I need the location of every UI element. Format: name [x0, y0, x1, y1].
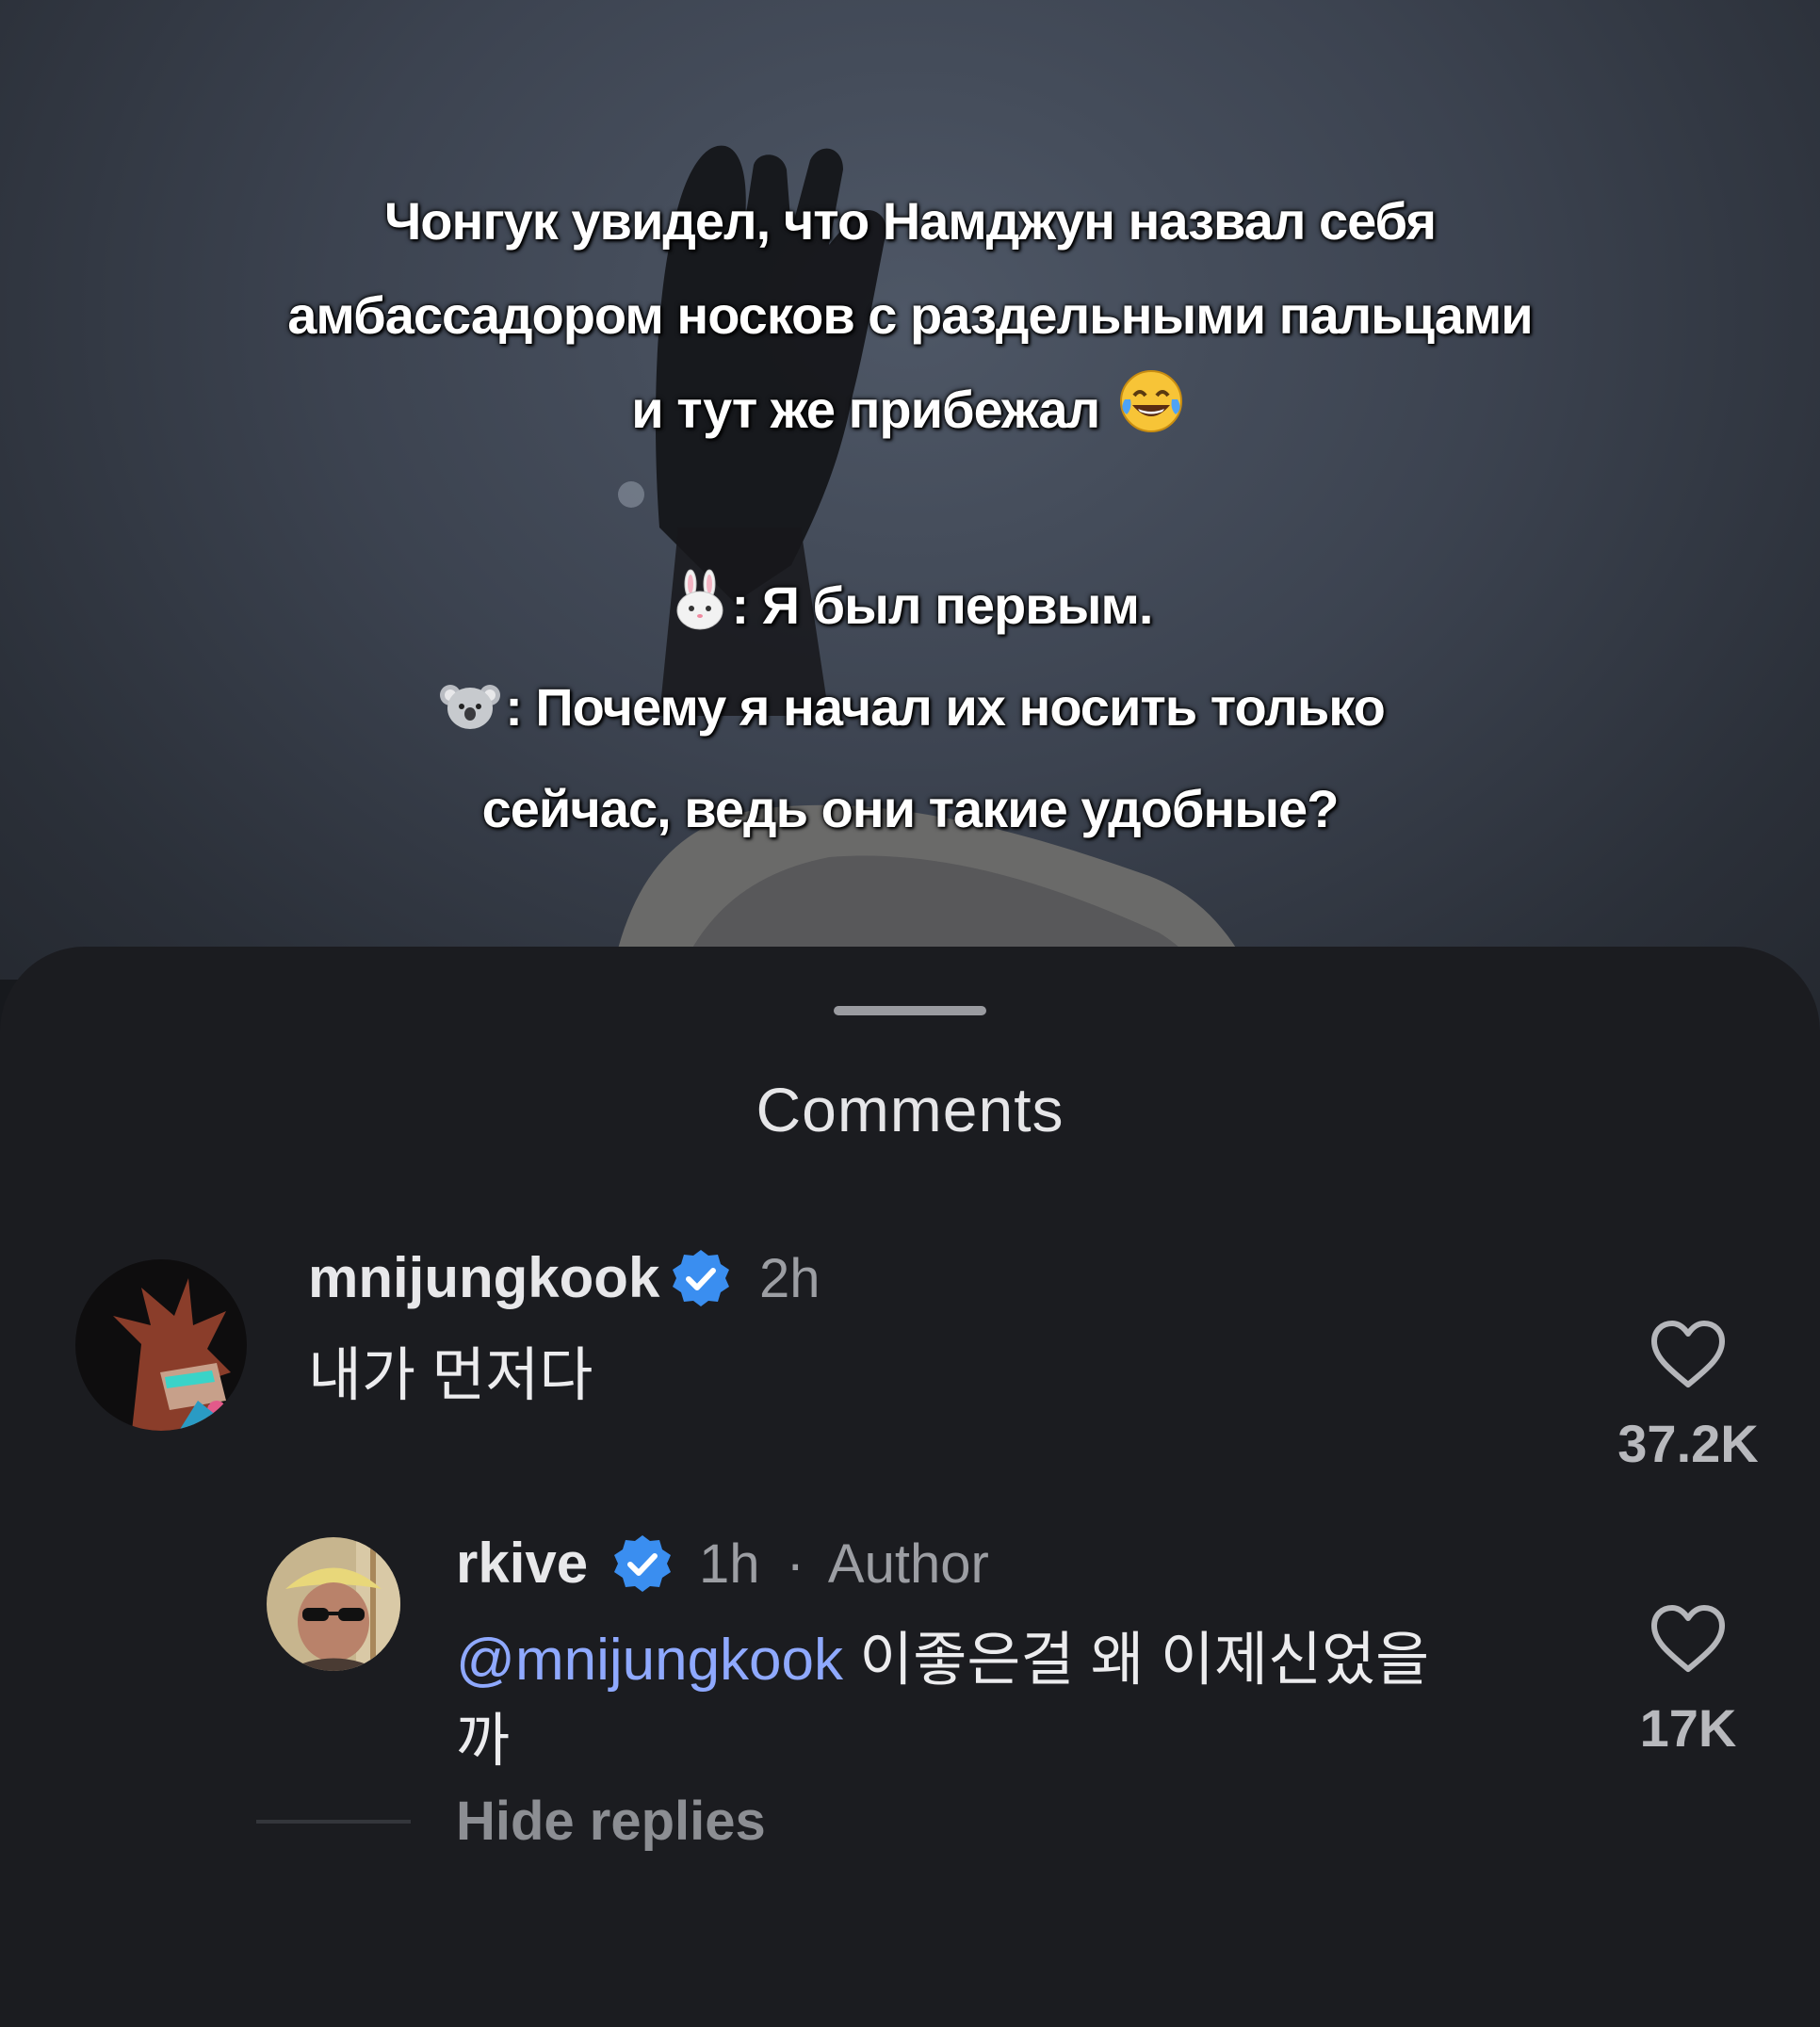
- laughing-tears-emoji-icon: [1117, 367, 1185, 464]
- caption-line-1: Чонгук увидел, что Намджун назвал себя: [383, 191, 1437, 251]
- like-count: 17K: [1639, 1698, 1737, 1758]
- like-button[interactable]: [1649, 1319, 1728, 1395]
- avatar[interactable]: [267, 1537, 400, 1671]
- verified-badge-icon: [612, 1533, 673, 1598]
- caption-line-2: амбассадором носков с раздельными пальца…: [287, 285, 1533, 345]
- caption-line-5: : Почему я начал их носить только: [0, 660, 1820, 762]
- koala-emoji-icon: [439, 668, 501, 762]
- like-button[interactable]: [1649, 1603, 1728, 1679]
- comment-timestamp: 2h: [759, 1248, 821, 1309]
- meta-separator: ·: [786, 1533, 804, 1595]
- caption-line-6: сейчас, ведь они такие удобные?: [481, 779, 1340, 838]
- reply-username[interactable]: rkive: [456, 1531, 588, 1596]
- comments-sheet: Comments: [0, 947, 1820, 2027]
- author-label: Author: [827, 1533, 989, 1595]
- comments-title: Comments: [756, 1075, 1064, 1144]
- hide-replies-button[interactable]: Hide replies: [456, 1790, 766, 1853]
- reply-timestamp: 1h: [699, 1533, 760, 1595]
- replies-divider: [256, 1820, 411, 1824]
- reply-text: @mnijungkook 이좋은걸 왜 이제신었을 까: [456, 1628, 1430, 1774]
- avatar[interactable]: [75, 1259, 247, 1431]
- heart-outline-icon: [1651, 1605, 1725, 1672]
- like-count: 37.2K: [1617, 1414, 1759, 1473]
- comment-username[interactable]: mnijungkook: [308, 1245, 659, 1310]
- anime-avatar-icon: [75, 1259, 247, 1431]
- heart-outline-icon: [1651, 1321, 1725, 1387]
- video-background: Чонгук увидел, что Намджун назвал себя а…: [0, 0, 1820, 1046]
- video-caption: Чонгук увидел, что Намджун назвал себя а…: [0, 174, 1820, 856]
- caption-line-3: и тут же прибежал: [0, 363, 1820, 464]
- rabbit-face-emoji-icon: [672, 566, 728, 660]
- mention-link[interactable]: @mnijungkook: [456, 1628, 843, 1693]
- comment-text: 내가 먼저다: [308, 1343, 593, 1408]
- person-photo-avatar-icon: [267, 1537, 400, 1671]
- verified-badge-icon: [671, 1248, 731, 1313]
- caption-line-4: : Я был первым.: [0, 559, 1820, 660]
- sheet-drag-handle[interactable]: [834, 1006, 986, 1015]
- reply-meta: 1h · Author: [699, 1532, 989, 1596]
